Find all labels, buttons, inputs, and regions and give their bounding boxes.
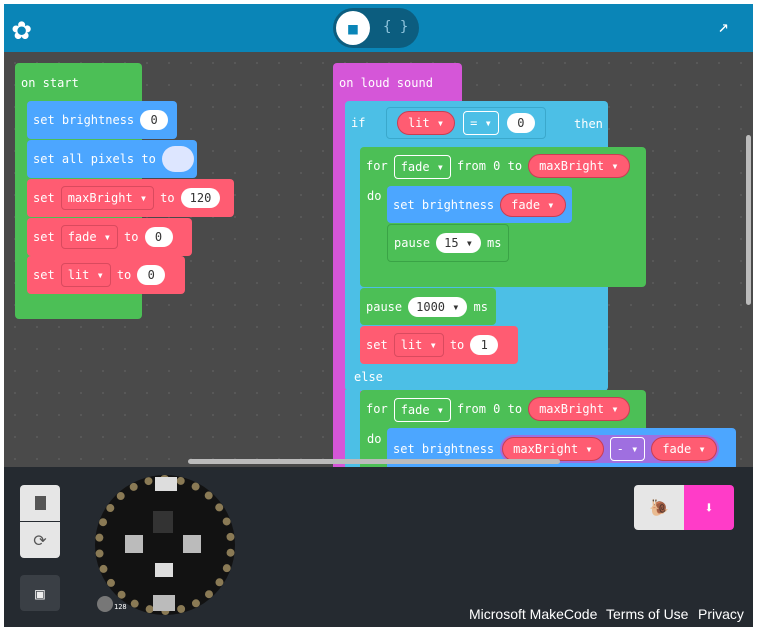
slow-mode-button[interactable]: 🐌 [634, 485, 684, 530]
variable-dropdown[interactable]: fade ▾ [393, 155, 452, 179]
fade-variable[interactable]: fade ▾ [651, 437, 717, 461]
download-button[interactable]: ⬇ [684, 485, 734, 530]
privacy-link[interactable]: Privacy [698, 606, 744, 622]
color-picker[interactable] [161, 146, 194, 172]
button-a[interactable] [125, 535, 143, 553]
screenshot-button[interactable]: ▣ [20, 575, 60, 611]
variable-dropdown[interactable]: fade ▾ [60, 225, 119, 249]
adafruit-flower-icon[interactable]: ✿ [12, 12, 31, 44]
set-maxbright-block[interactable]: set maxBright ▾ to 120 [27, 179, 234, 217]
usb-port [155, 477, 177, 491]
restart-button[interactable]: ⟳ [20, 522, 60, 558]
terms-of-use-link[interactable]: Terms of Use [606, 606, 688, 622]
set-lit-block[interactable]: set lit ▾ to 0 [27, 256, 185, 294]
button-b[interactable] [183, 535, 201, 553]
header: ✿ ■ { } ↗ [4, 4, 753, 52]
snail-icon: 🐌 [649, 498, 669, 517]
pause-dropdown[interactable]: 1000 ▾ [408, 296, 468, 317]
value-input[interactable]: 0 [140, 110, 169, 130]
javascript-toggle-button[interactable]: { } [383, 19, 408, 35]
set-fade-block[interactable]: set fade ▾ to 0 [27, 218, 192, 256]
pause-dropdown[interactable]: 15 ▾ [436, 233, 482, 253]
set-brightness-block[interactable]: set brightness fade ▾ [387, 186, 572, 223]
set-brightness-block[interactable]: set brightness 0 [27, 101, 177, 139]
set-all-pixels-block[interactable]: set all pixels to [27, 140, 197, 178]
stop-icon [34, 496, 46, 510]
value-input[interactable]: 0 [506, 113, 535, 133]
if-block-continued [345, 390, 360, 467]
variable-dropdown[interactable]: lit ▾ [60, 263, 111, 287]
else-section: else [345, 364, 608, 390]
battery-connector [153, 595, 175, 611]
vertical-scrollbar[interactable] [746, 135, 751, 305]
pause-block[interactable]: pause 15 ▾ ms [387, 224, 509, 262]
temperature-slider[interactable] [97, 596, 113, 612]
editor-toggle[interactable]: ■ { } [333, 8, 419, 48]
fade-variable[interactable]: fade ▾ [500, 192, 566, 217]
pause-block[interactable]: pause 1000 ▾ ms [360, 288, 496, 325]
restart-icon: ⟳ [33, 530, 47, 550]
variable-dropdown[interactable]: maxBright ▾ [60, 186, 155, 210]
value-input[interactable]: 0 [137, 265, 166, 285]
download-icon: ⬇ [704, 498, 714, 517]
slide-switch[interactable] [155, 563, 173, 577]
stop-button[interactable] [20, 485, 60, 521]
value-input[interactable]: 120 [180, 188, 221, 208]
external-link-icon[interactable]: ↗ [718, 16, 729, 37]
lit-variable[interactable]: lit ▾ [397, 111, 456, 135]
maxbright-variable[interactable]: maxBright ▾ [502, 437, 604, 461]
value-input[interactable]: 0 [144, 227, 173, 247]
condition: lit ▾ = ▾ 0 [386, 107, 546, 139]
screenshot-icon: ▣ [35, 583, 45, 603]
maxbright-variable[interactable]: maxBright ▾ [528, 154, 630, 178]
chip [153, 511, 173, 533]
horizontal-scrollbar[interactable] [188, 459, 560, 464]
blocks-toggle-button[interactable]: ■ [336, 11, 370, 45]
variable-dropdown[interactable]: lit ▾ [393, 333, 444, 357]
microsoft-makecode-link[interactable]: Microsoft MakeCode [469, 606, 597, 622]
set-lit-block[interactable]: set lit ▾ to 1 [360, 326, 518, 364]
blocks-workspace[interactable]: on start set brightness 0 set all pixels … [4, 52, 753, 467]
operator-dropdown[interactable]: = ▾ [463, 111, 499, 135]
circuit-playground-board[interactable] [95, 475, 235, 615]
maxbright-variable[interactable]: maxBright ▾ [528, 397, 630, 421]
variable-dropdown[interactable]: fade ▾ [393, 398, 452, 422]
value-input[interactable]: 1 [470, 335, 499, 355]
operator-dropdown[interactable]: - ▾ [609, 437, 646, 461]
